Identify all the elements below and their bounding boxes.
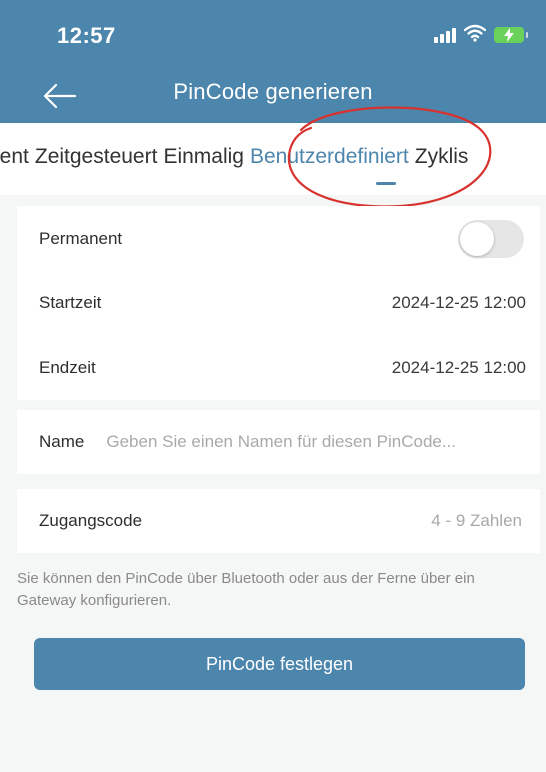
battery-charging-icon bbox=[494, 27, 528, 43]
wifi-icon bbox=[463, 24, 487, 47]
tab-zyklisch[interactable]: Zyklis bbox=[415, 145, 469, 169]
start-time-value: 2024-12-25 12:00 bbox=[391, 293, 526, 312]
permanent-toggle[interactable] bbox=[458, 220, 524, 258]
name-card: Name Geben Sie einen Namen für diesen Pi… bbox=[17, 410, 540, 474]
tab-benutzerdefiniert[interactable]: Benutzerdefiniert bbox=[250, 145, 409, 169]
name-input[interactable]: Geben Sie einen Namen für diesen PinCode… bbox=[106, 432, 456, 452]
start-time-row[interactable]: Startzeit 2024-12-25 12:00 bbox=[39, 290, 526, 316]
name-label: Name bbox=[39, 432, 85, 451]
toggle-knob bbox=[460, 222, 494, 256]
app-header: 12:57 PinCode generieren bbox=[0, 0, 546, 123]
active-tab-indicator bbox=[376, 182, 396, 185]
name-row: Name Geben Sie einen Namen für diesen Pi… bbox=[39, 429, 526, 455]
access-code-card: Zugangscode 4 - 9 Zahlen bbox=[17, 489, 540, 553]
status-icons bbox=[434, 22, 528, 48]
permanent-label: Permanent bbox=[39, 229, 123, 248]
permanent-row: Permanent bbox=[39, 220, 526, 258]
access-code-row: Zugangscode 4 - 9 Zahlen bbox=[39, 508, 522, 534]
end-time-value: 2024-12-25 12:00 bbox=[391, 358, 526, 377]
info-hint: Sie können den PinCode über Bluetooth od… bbox=[17, 570, 475, 609]
end-time-label: Endzeit bbox=[39, 358, 96, 377]
page-title: PinCode generieren bbox=[173, 79, 373, 104]
time-settings-card: Permanent Startzeit 2024-12-25 12:00 End… bbox=[17, 206, 540, 400]
signal-icon bbox=[434, 27, 456, 43]
start-time-label: Startzeit bbox=[39, 293, 102, 312]
access-code-input[interactable]: 4 - 9 Zahlen bbox=[431, 511, 522, 531]
status-time: 12:57 bbox=[57, 23, 116, 48]
tab-zeitgesteuert[interactable]: Zeitgesteuert bbox=[35, 145, 158, 169]
tab-permanent[interactable]: nent bbox=[0, 145, 29, 169]
tab-bar: nent Zeitgesteuert Einmalig Benutzerdefi… bbox=[0, 123, 546, 195]
access-code-label: Zugangscode bbox=[39, 511, 143, 530]
set-pincode-button[interactable]: PinCode festlegen bbox=[34, 638, 525, 690]
tab-einmalig[interactable]: Einmalig bbox=[163, 145, 244, 169]
end-time-row[interactable]: Endzeit 2024-12-25 12:00 bbox=[39, 355, 526, 381]
